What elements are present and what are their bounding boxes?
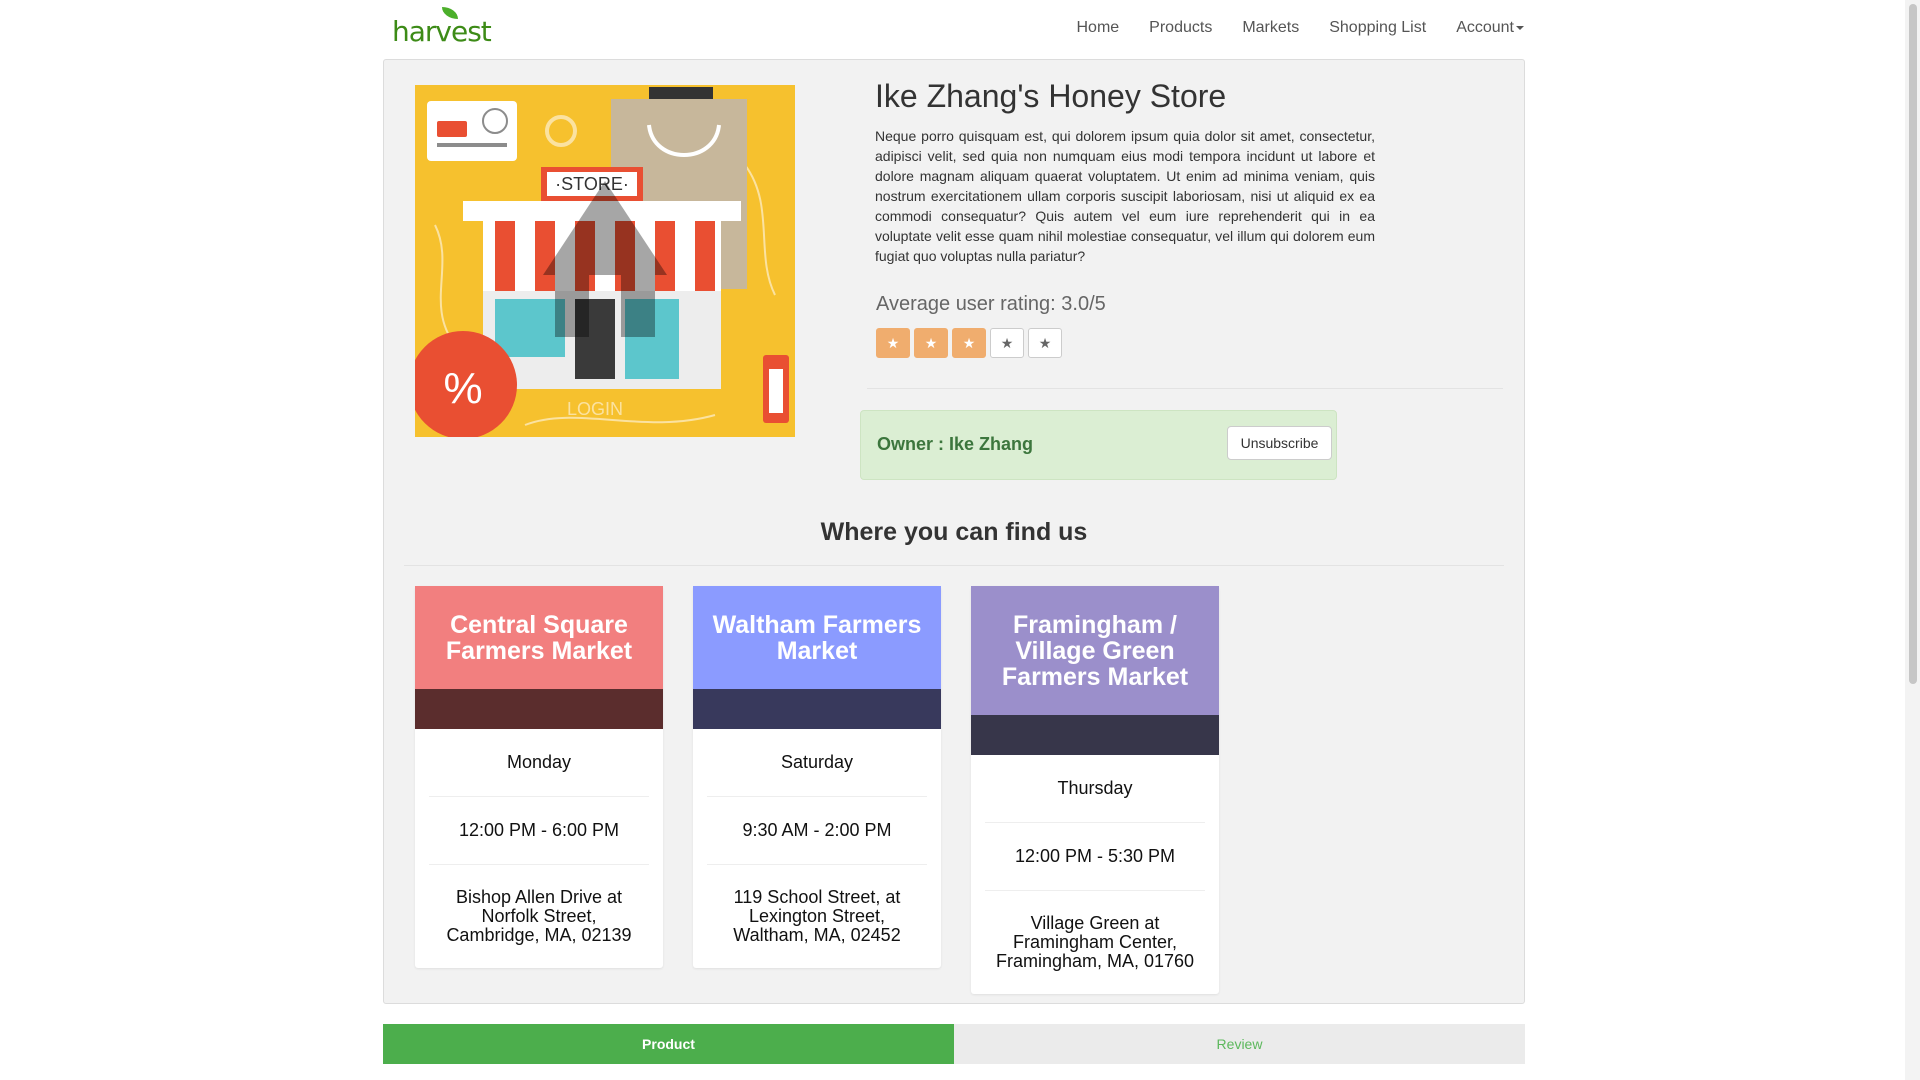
market-hours: 9:30 AM - 2:00 PM [707,797,927,865]
divider [867,388,1503,389]
navbar: harvest Home Products Markets Shopping L… [383,0,1525,56]
market-name: Waltham Farmers Market [693,586,941,689]
owner-label: Owner : Ike Zhang [877,434,1034,454]
locations-title: Where you can find us [820,518,1088,546]
market-card[interactable]: Framingham / Village Green Farmers Marke… [971,586,1219,994]
harvest-logo[interactable]: harvest [392,6,492,48]
star-icon: ★ [1000,334,1014,351]
login-text: LOGIN [567,399,623,419]
star-icon: ★ [1038,334,1052,351]
rating-star-1[interactable]: ★ [876,328,910,358]
market-address: Bishop Allen Drive at Norfolk Street, Ca… [446,887,632,945]
market-address: Village Green at Framingham Center, Fram… [995,913,1195,971]
market-address: 119 School Street, at Lexington Street, … [733,887,901,945]
divider [404,565,1504,566]
nav-links: Home Products Markets Shopping List Acco… [1076,19,1524,37]
page-scrollbar[interactable] [1905,0,1920,1080]
caret-down-icon [1516,25,1524,30]
tab-review[interactable]: Review [954,1024,1525,1064]
nav-account-label: Account [1456,19,1514,36]
nav-shopping-list[interactable]: Shopping List [1329,19,1426,37]
nav-products[interactable]: Products [1149,19,1212,37]
percent-text: % [443,364,482,413]
store-illustration: ·STORE· % LOGIN [415,85,795,437]
rating-stars: ★ ★ ★ ★ ★ [876,328,1062,358]
store-image: ·STORE· % LOGIN [415,85,795,437]
market-day: Thursday [985,755,1205,823]
owner-alert: Owner : Ike Zhang Unsubscribe [860,410,1337,480]
nav-markets[interactable]: Markets [1242,19,1299,37]
scrollbar-thumb[interactable] [1909,4,1917,684]
rating-star-2[interactable]: ★ [914,328,948,358]
market-card[interactable]: Waltham Farmers Market Saturday 9:30 AM … [693,586,941,968]
star-icon: ★ [924,334,938,351]
market-name: Framingham / Village Green Farmers Marke… [971,586,1219,715]
logo-text: harvest [392,14,492,48]
star-icon: ★ [886,334,900,351]
rating-star-3[interactable]: ★ [952,328,986,358]
market-card[interactable]: Central Square Farmers Market Monday 12:… [415,586,663,968]
store-description: Neque porro quisquam est, qui dolorem ip… [875,128,1375,264]
unsubscribe-button[interactable]: Unsubscribe [1227,426,1332,460]
market-day: Monday [429,729,649,797]
market-band [693,689,941,729]
rating-star-4[interactable]: ★ [990,328,1024,358]
nav-account[interactable]: Account [1456,19,1524,37]
rating-star-5[interactable]: ★ [1028,328,1062,358]
market-day: Saturday [707,729,927,797]
nav-home[interactable]: Home [1076,19,1119,37]
tab-product[interactable]: Product [383,1024,954,1064]
store-title: Ike Zhang's Honey Store [875,78,1227,114]
store-panel: ·STORE· % LOGIN Ike Zhang's Honey Store … [383,59,1525,1004]
market-band [971,715,1219,755]
market-band [415,689,663,729]
star-icon: ★ [962,334,976,351]
market-hours: 12:00 PM - 5:30 PM [985,823,1205,891]
market-name: Central Square Farmers Market [415,586,663,689]
rating-label: Average user rating: 3.0/5 [876,293,1106,315]
product-review-tabs: Product Review [383,1024,1525,1064]
store-sign-text: ·STORE· [555,174,629,194]
market-hours: 12:00 PM - 6:00 PM [429,797,649,865]
